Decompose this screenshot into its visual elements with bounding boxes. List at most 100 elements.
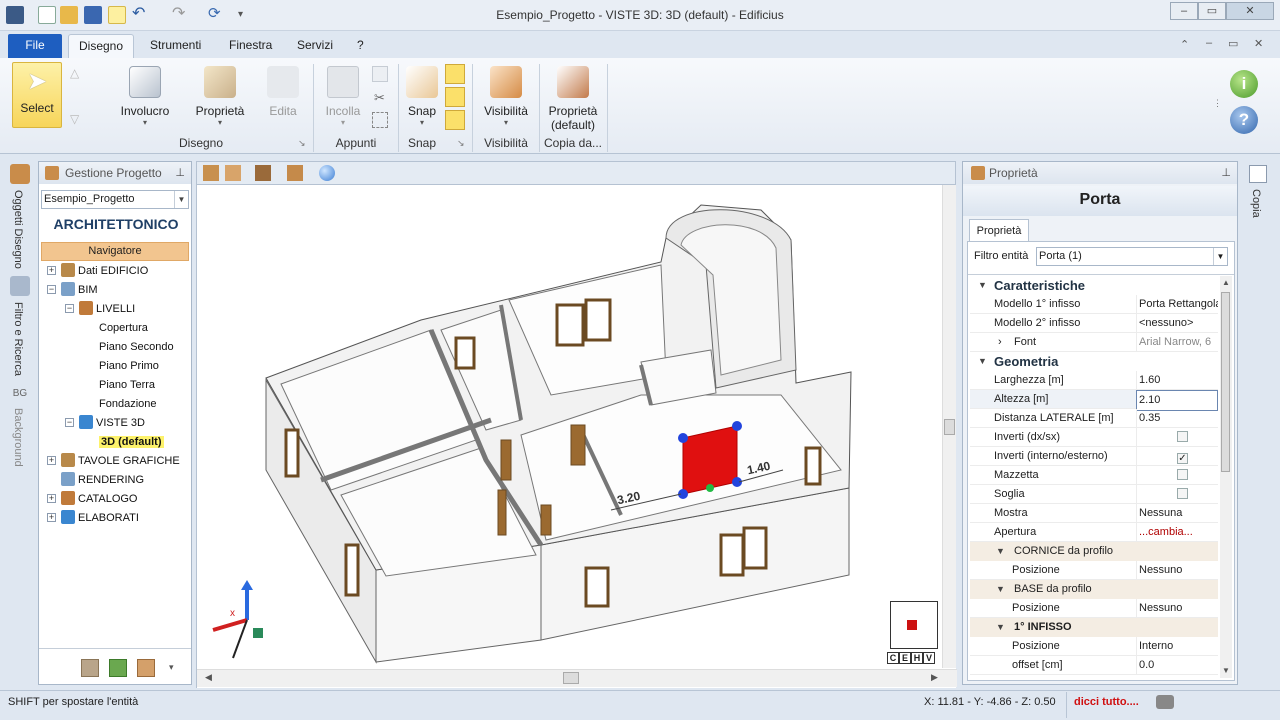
property-value[interactable]: ...cambia... (1136, 523, 1218, 542)
property-row[interactable]: Mazzetta (970, 466, 1218, 485)
property-value[interactable] (1136, 428, 1218, 447)
snap-line-icon[interactable] (445, 87, 465, 107)
property-row[interactable]: Posizione Interno (970, 637, 1218, 656)
select-all-icon[interactable] (372, 112, 388, 128)
tree-expander-icon[interactable]: − (65, 418, 74, 427)
group-launcher-icon[interactable]: ↘ (298, 138, 306, 149)
view-section-icon[interactable] (225, 165, 241, 181)
entity-filter-dropdown[interactable]: Porta (1) ▼ (1036, 247, 1228, 266)
property-row[interactable]: offset [cm] 0.0 (970, 656, 1218, 675)
property-value[interactable]: 2.10 (1136, 390, 1218, 411)
tab-finestra[interactable]: Finestra (219, 34, 282, 58)
property-subcategory[interactable]: ▼ CORNICE da profilo (970, 542, 1218, 561)
property-row[interactable]: Apertura ...cambia... (970, 523, 1218, 542)
property-value[interactable] (1136, 466, 1218, 485)
tree-item[interactable]: ELABORATI (61, 509, 139, 527)
mdi-close-icon[interactable]: ✕ (1254, 37, 1263, 50)
tree-item[interactable]: TAVOLE GRAFICHE (61, 452, 180, 470)
tree-expander-icon[interactable]: + (47, 456, 56, 465)
incolla-button[interactable]: Incolla ▾ (318, 66, 368, 127)
scroll-left-icon[interactable]: ◀ (205, 672, 212, 683)
property-value[interactable]: <nessuno> (1136, 314, 1218, 333)
tab-help[interactable]: ? (347, 34, 374, 58)
view-c-button[interactable]: C (887, 652, 899, 664)
property-row[interactable]: Inverti (dx/sx) (970, 428, 1218, 447)
tree-icon[interactable] (109, 659, 127, 677)
expand-icon[interactable]: › (998, 333, 1002, 352)
snap-grid-icon[interactable] (445, 110, 465, 130)
scroll-down-icon[interactable]: ▽ (70, 112, 79, 126)
property-row[interactable]: Modello 1° infisso Porta Rettangola (970, 295, 1218, 314)
tree-item[interactable]: 3D (default) (99, 433, 164, 451)
property-value[interactable] (1136, 485, 1218, 504)
snap-button[interactable]: Snap ▾ (402, 66, 442, 127)
view-h-button[interactable]: H (911, 652, 923, 664)
filter-search-icon[interactable] (10, 276, 30, 296)
property-row[interactable]: Distanza LATERALE [m] 0.35 (970, 409, 1218, 428)
view-cube[interactable] (890, 601, 938, 649)
oggetti-disegno-icon[interactable] (10, 164, 30, 184)
scroll-up-icon[interactable]: ▲ (1222, 278, 1230, 287)
horizontal-scrollbar[interactable]: ◀ ▶ (197, 669, 957, 687)
tree-item[interactable]: LIVELLI (79, 300, 135, 318)
property-row[interactable]: Larghezza [m] 1.60 (970, 371, 1218, 390)
property-row[interactable]: Mostra Nessuna (970, 504, 1218, 523)
scroll-up-icon[interactable]: △ (70, 66, 79, 80)
properties-scrollbar[interactable]: ▲ ▼ (1220, 276, 1232, 678)
property-value[interactable]: 1.60 (1136, 371, 1218, 390)
property-value[interactable]: Nessuno (1136, 561, 1218, 580)
view-wall-icon[interactable] (203, 165, 219, 181)
file-tab[interactable]: File (8, 34, 62, 58)
copy-icon[interactable] (372, 66, 388, 82)
visibilita-button[interactable]: Visibilità ▾ (478, 66, 534, 127)
tab-servizi[interactable]: Servizi (287, 34, 343, 58)
checkbox[interactable] (1177, 469, 1188, 480)
close-button[interactable]: ✕ (1226, 2, 1274, 20)
property-row[interactable]: Altezza [m] 2.10 (970, 390, 1218, 411)
render-sphere-icon[interactable] (319, 165, 335, 181)
tree-item[interactable]: CATALOGO (61, 490, 138, 508)
tree-expander-icon[interactable]: + (47, 513, 56, 522)
tab-background[interactable]: Background (12, 408, 24, 467)
minimize-button[interactable]: – (1170, 2, 1198, 20)
tree-item[interactable]: Dati EDIFICIO (61, 262, 148, 280)
tree-item[interactable]: Piano Secondo (99, 338, 174, 356)
checkbox[interactable] (1177, 431, 1188, 442)
help-icon[interactable]: ? (1230, 106, 1258, 134)
property-row[interactable]: Modello 2° infisso <nessuno> (970, 314, 1218, 333)
property-value[interactable]: Interno (1136, 637, 1218, 656)
scrollbar-thumb[interactable] (944, 419, 955, 435)
tab-filtro-ricerca[interactable]: Filtro e Ricerca (12, 302, 24, 376)
pin-icon[interactable]: ⊥ (1221, 162, 1231, 184)
tree-item[interactable]: VISTE 3D (79, 414, 145, 432)
feedback-icon[interactable] (1156, 695, 1174, 709)
tree-item[interactable]: Fondazione (99, 395, 157, 413)
checkbox[interactable]: ✓ (1177, 453, 1188, 464)
property-value[interactable]: Porta Rettangola (1136, 295, 1218, 314)
proprieta-button[interactable]: Proprietà ▾ (190, 66, 250, 127)
collapse-ribbon-icon[interactable]: ⌃ (1180, 38, 1189, 51)
tab-copia[interactable]: Copia (1250, 189, 1262, 218)
copy-panel-icon[interactable] (1249, 165, 1267, 183)
tree-expander-icon[interactable]: − (47, 285, 56, 294)
tree-item[interactable]: Copertura (99, 319, 148, 337)
snap-endpoint-icon[interactable] (445, 64, 465, 84)
tree-item[interactable]: RENDERING (61, 471, 144, 489)
tab-proprieta[interactable]: Proprietà (969, 219, 1029, 241)
property-value[interactable]: ✓ (1136, 447, 1218, 466)
cut-scissors-icon[interactable]: ✂ (374, 90, 385, 106)
tree-expander-icon[interactable]: + (47, 266, 56, 275)
more-options-icon[interactable]: ▾ (169, 662, 174, 673)
property-value[interactable]: 0.35 (1136, 409, 1218, 428)
property-row[interactable]: Inverti (interno/esterno) ✓ (970, 447, 1218, 466)
proprieta-default-button[interactable]: Proprietà (default) (544, 66, 602, 132)
info-icon[interactable]: i (1230, 70, 1258, 98)
project-dropdown[interactable]: Esempio_Progetto ▼ (41, 190, 189, 209)
scrollbar-thumb[interactable] (1221, 292, 1230, 472)
edita-button[interactable]: Edita (258, 66, 308, 118)
property-value[interactable]: Nessuna (1136, 504, 1218, 523)
mdi-minimize-icon[interactable]: – (1206, 37, 1212, 49)
vertical-scrollbar[interactable] (942, 185, 956, 668)
group-launcher-icon[interactable]: ↘ (457, 138, 465, 149)
mdi-restore-icon[interactable]: ▭ (1228, 37, 1238, 50)
